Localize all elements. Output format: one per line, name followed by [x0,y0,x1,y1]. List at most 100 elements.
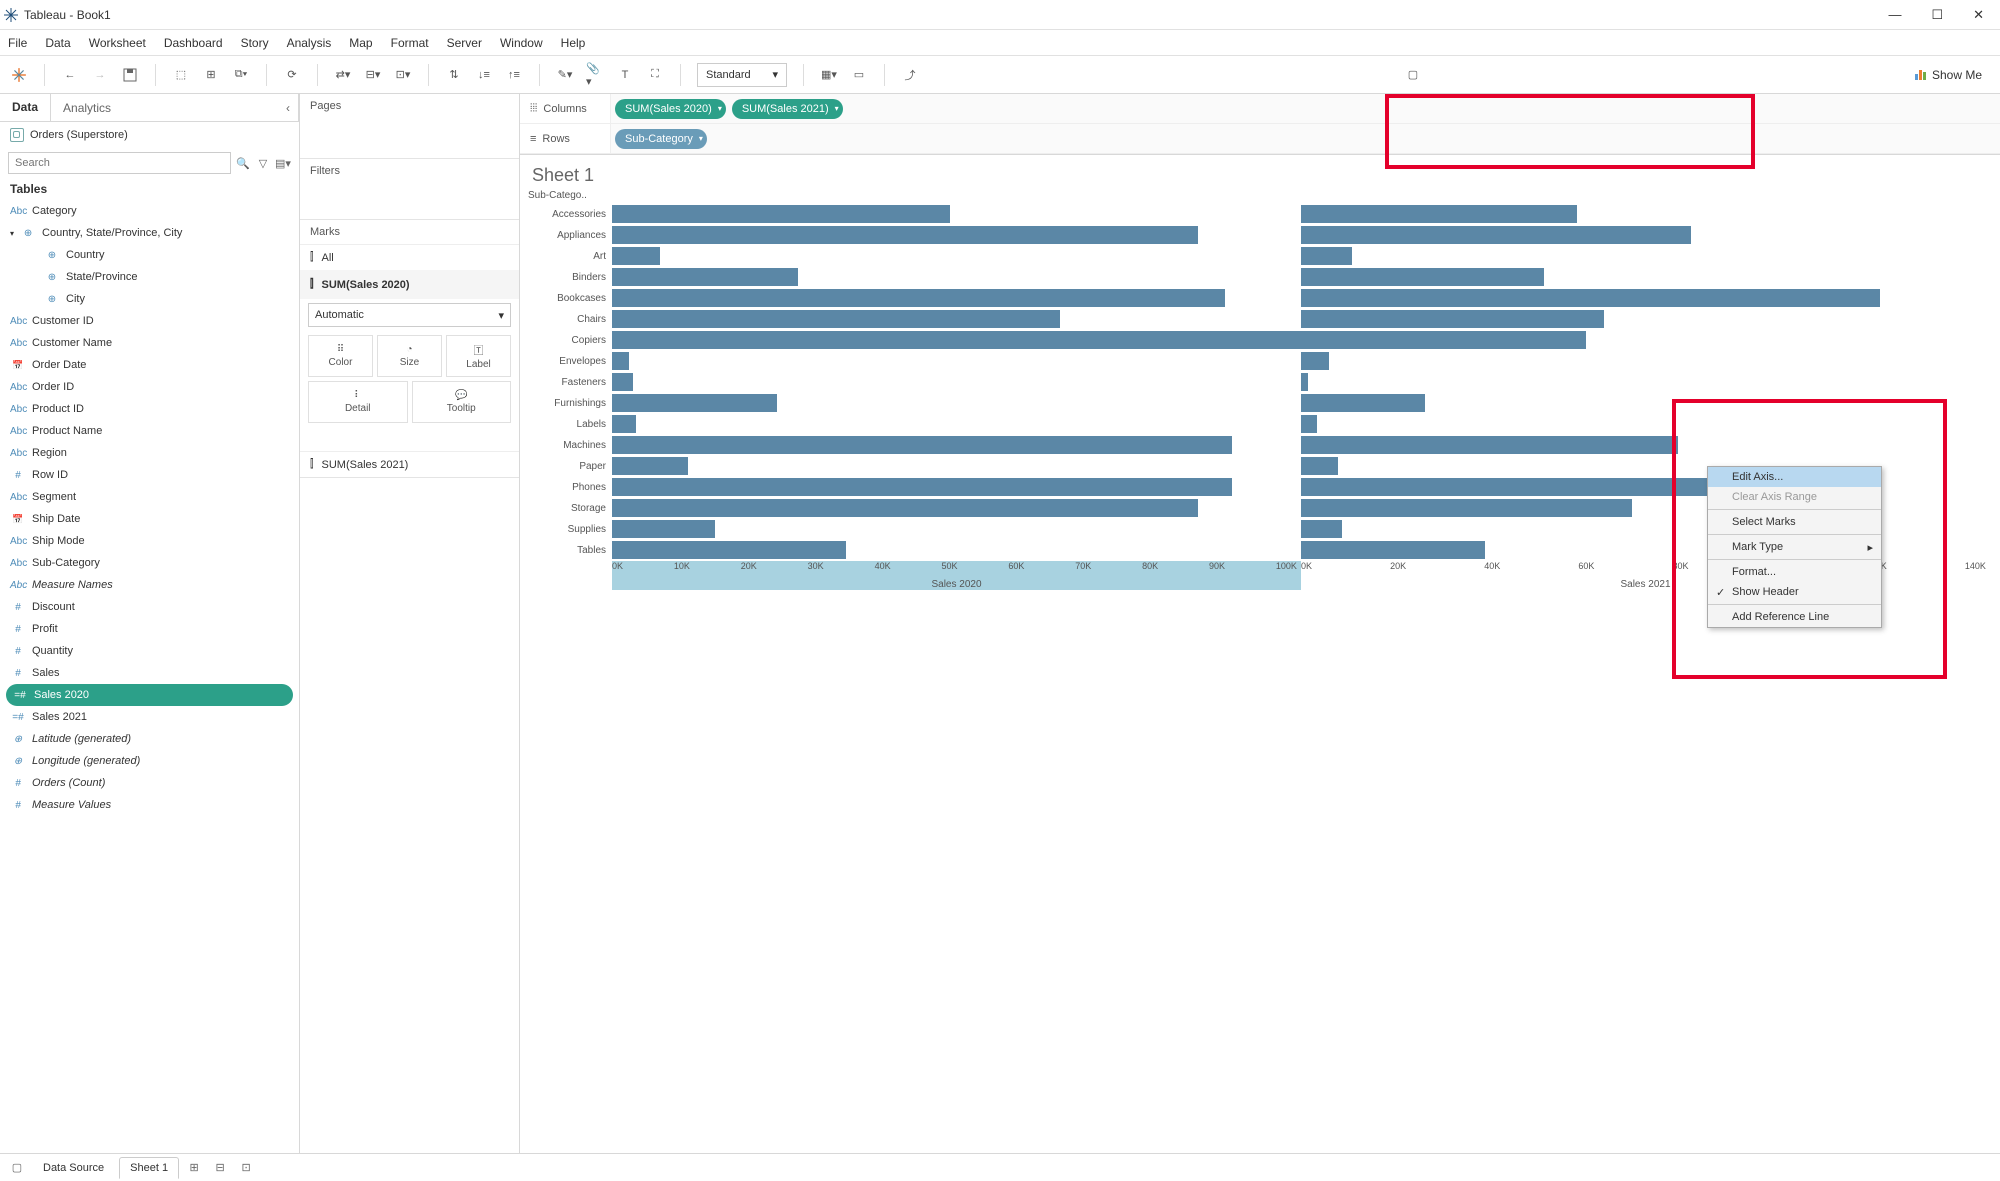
guide-icon[interactable]: ▢ [1404,66,1422,84]
pill-sub-category[interactable]: Sub-Category [615,129,707,149]
detail-button[interactable]: ⠇Detail [308,381,408,423]
field-order-id[interactable]: AbcOrder ID [0,376,299,398]
menu-map[interactable]: Map [349,36,372,50]
new-dashboard-icon[interactable]: ⊟ [209,1161,231,1174]
swap-icon[interactable]: ⇄▾ [334,66,352,84]
ctx-mark-type[interactable]: Mark Type▸ [1708,537,1881,557]
field-category[interactable]: AbcCategory [0,200,299,222]
view-icon[interactable]: ▤▾ [275,157,291,170]
bar[interactable] [612,352,629,370]
tab-data-source[interactable]: Data Source [32,1157,115,1179]
columns-shelf[interactable]: SUM(Sales 2020) SUM(Sales 2021) [610,94,2000,123]
field-region[interactable]: AbcRegion [0,442,299,464]
bar[interactable] [612,478,1232,496]
bar[interactable] [612,289,1225,307]
color-button[interactable]: ⠿Color [308,335,373,377]
bar[interactable] [1301,394,1425,412]
bar[interactable] [612,457,688,475]
bar[interactable] [612,310,1060,328]
field-city[interactable]: City [0,288,299,310]
field-quantity[interactable]: #Quantity [0,640,299,662]
bar[interactable] [1301,289,1880,307]
present-icon[interactable]: ▭ [850,66,868,84]
field-discount[interactable]: #Discount [0,596,299,618]
field-measure-names[interactable]: AbcMeasure Names [0,574,299,596]
share-icon[interactable]: ⤴ [901,66,919,84]
field-country[interactable]: Country [0,244,299,266]
bar[interactable] [1301,415,1317,433]
sort-desc-icon[interactable]: ↓≡ [475,66,493,84]
axis-2021[interactable]: 0K20K40K60K80K100K120K140K [1301,561,1990,577]
bar[interactable] [612,205,950,223]
field-sales-2021[interactable]: =#Sales 2021 [0,706,299,728]
axis-2020[interactable]: 0K10K20K30K40K50K60K70K80K90K100K [612,561,1301,577]
field-orders-count-[interactable]: #Orders (Count) [0,772,299,794]
data-source-icon[interactable]: ▢ [6,1161,28,1174]
show-me-button[interactable]: Show Me [1907,63,1990,87]
new-worksheet-icon[interactable]: ⊞ [183,1161,205,1174]
bar[interactable] [612,373,633,391]
new-story-icon[interactable]: ⊡ [235,1161,257,1174]
marks-sub-2021[interactable]: ⫿SUM(Sales 2021) [300,451,519,477]
cards-icon[interactable]: ▦▾ [820,66,838,84]
filter-icon[interactable]: ▽ [255,157,271,170]
bar[interactable] [1301,352,1329,370]
sort-icon[interactable]: ↑≡ [505,66,523,84]
pin-icon[interactable]: 📎▾ [586,66,604,84]
field-ship-date[interactable]: Ship Date [0,508,299,530]
sort-asc-icon[interactable]: ⇅ [445,66,463,84]
field-row-id[interactable]: #Row ID [0,464,299,486]
ctx-format-[interactable]: Format... [1708,562,1881,582]
menu-window[interactable]: Window [500,36,543,50]
menu-analysis[interactable]: Analysis [287,36,332,50]
field-sub-category[interactable]: AbcSub-Category [0,552,299,574]
field-state-province[interactable]: State/Province [0,266,299,288]
bar[interactable] [612,415,636,433]
field-product-name[interactable]: AbcProduct Name [0,420,299,442]
bar[interactable] [612,436,1232,454]
field-customer-name[interactable]: AbcCustomer Name [0,332,299,354]
menu-story[interactable]: Story [241,36,269,50]
tooltip-button[interactable]: 💬Tooltip [412,381,512,423]
bar[interactable] [1301,205,1577,223]
field-order-date[interactable]: Order Date [0,354,299,376]
field-sales[interactable]: #Sales [0,662,299,684]
highlight-icon[interactable]: ✎▾ [556,66,574,84]
bar[interactable] [1301,310,1604,328]
label-button[interactable]: 🅃Label [446,335,511,377]
field-product-id[interactable]: AbcProduct ID [0,398,299,420]
field-measure-values[interactable]: #Measure Values [0,794,299,816]
sheet-title[interactable]: Sheet 1 [520,155,2000,190]
rows-shelf[interactable]: Sub-Category [610,124,2000,153]
menu-server[interactable]: Server [447,36,482,50]
fit-icon[interactable]: ⛶ [646,66,664,84]
ctx-select-marks[interactable]: Select Marks [1708,512,1881,532]
new-sheet-icon[interactable]: ⊞ [202,66,220,84]
ctx-add-reference-line[interactable]: Add Reference Line [1708,607,1881,627]
maximize-button[interactable]: ☐ [1931,7,1943,23]
bar[interactable] [1301,499,1632,517]
field-longitude-generated-[interactable]: Longitude (generated) [0,750,299,772]
new-data-icon[interactable]: ⬚ [172,66,190,84]
pill-sum-sales-2020[interactable]: SUM(Sales 2020) [615,99,726,119]
refresh-icon[interactable]: ⟳ [283,66,301,84]
collapse-icon[interactable]: ‹ [286,101,290,115]
bar[interactable] [1301,331,1586,349]
size-button[interactable]: ◔Size [377,335,442,377]
field-ship-mode[interactable]: AbcShip Mode [0,530,299,552]
bar[interactable] [612,247,660,265]
bar[interactable] [1301,247,1352,265]
bar[interactable] [1301,268,1544,286]
pill-sum-sales-2021[interactable]: SUM(Sales 2021) [732,99,843,119]
bar[interactable] [612,499,1198,517]
field-country-state-province-city[interactable]: ▾Country, State/Province, City [0,222,299,244]
tab-analytics[interactable]: Analytics‹ [51,94,299,121]
back-icon[interactable]: ← [61,66,79,84]
marks-sub-2020[interactable]: ⫿SUM(Sales 2020) [300,270,519,299]
tableau-icon[interactable] [10,66,28,84]
group-icon[interactable]: ⊟▾ [364,66,382,84]
bar[interactable] [1301,457,1338,475]
tab-data[interactable]: Data [0,94,51,121]
text-icon[interactable]: T [616,66,634,84]
menu-file[interactable]: File [8,36,27,50]
